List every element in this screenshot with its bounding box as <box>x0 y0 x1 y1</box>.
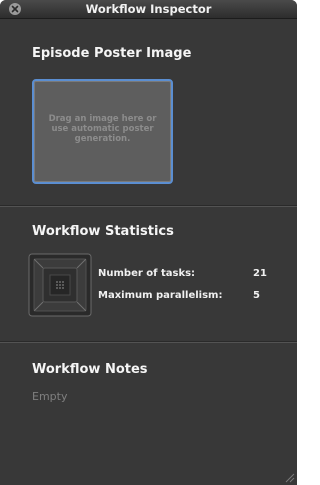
stat-value-parallelism: 5 <box>253 290 260 301</box>
stat-label-parallelism: Maximum parallelism: <box>98 290 223 301</box>
poster-drop-hint: Drag an image here or use automatic post… <box>48 114 157 144</box>
resize-grip-icon[interactable] <box>283 471 295 483</box>
stat-value-tasks: 21 <box>253 268 267 279</box>
section-divider <box>0 206 297 207</box>
notes-heading: Workflow Notes <box>32 362 148 377</box>
title-bar[interactable]: Workflow Inspector <box>0 0 297 19</box>
poster-heading: Episode Poster Image <box>32 46 192 61</box>
notes-field[interactable]: Empty <box>32 390 67 403</box>
window-title: Workflow Inspector <box>85 2 212 16</box>
poster-drop-well[interactable]: Drag an image here or use automatic post… <box>32 79 173 184</box>
workflow-chip-icon <box>28 253 92 317</box>
statistics-heading: Workflow Statistics <box>32 224 174 239</box>
stat-label-tasks: Number of tasks: <box>98 268 196 279</box>
inspector-panel: Workflow Inspector Episode Poster Image … <box>0 0 297 485</box>
section-divider <box>0 342 297 343</box>
